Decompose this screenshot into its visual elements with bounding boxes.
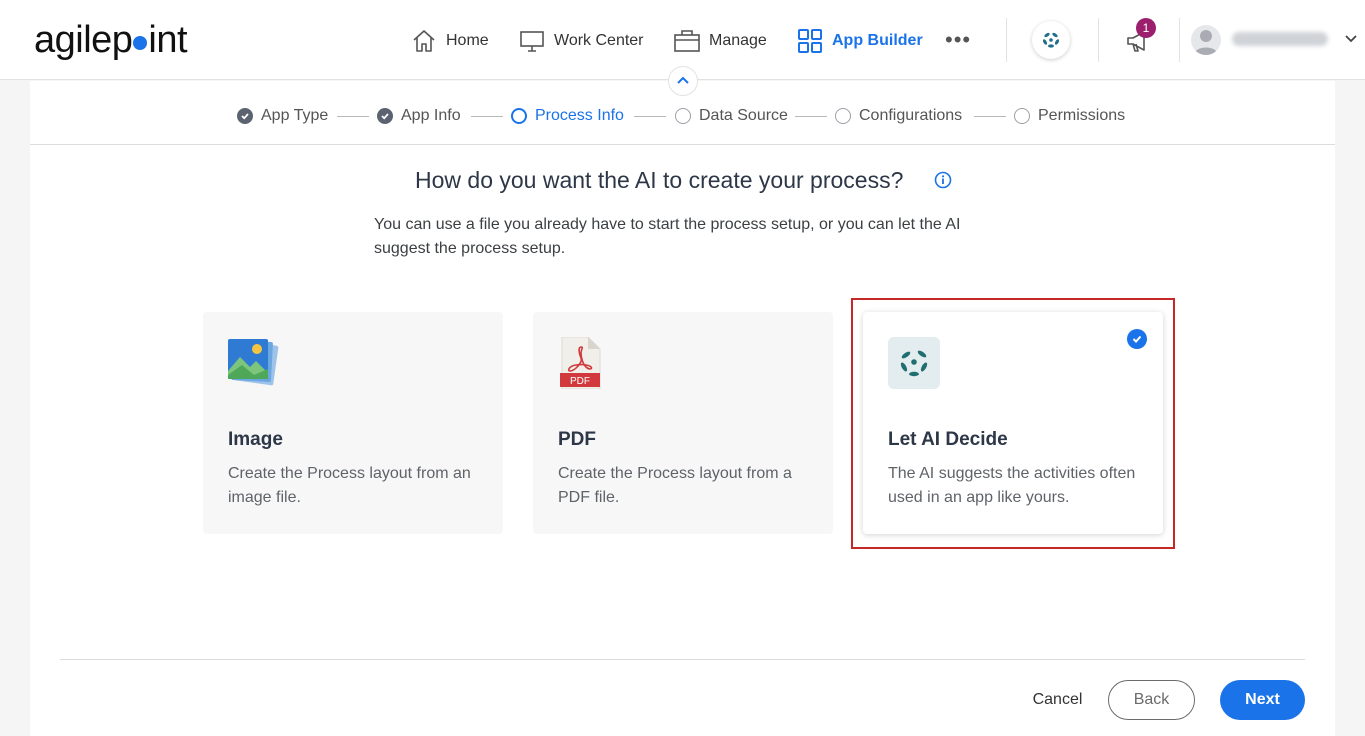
grid-icon xyxy=(796,27,824,55)
nav-work-center[interactable]: Work Center xyxy=(518,24,644,58)
step-process-info[interactable]: Process Info xyxy=(511,105,624,127)
ai-icon xyxy=(888,337,940,389)
step-configurations[interactable]: Configurations xyxy=(835,105,962,127)
option-description: Create the Process layout from an image … xyxy=(228,465,471,506)
check-circle-icon xyxy=(377,108,393,124)
step-permissions[interactable]: Permissions xyxy=(1014,105,1125,127)
briefcase-icon xyxy=(673,27,701,55)
user-icon xyxy=(1194,30,1218,55)
notification-badge: 1 xyxy=(1136,18,1156,38)
chevron-down-icon[interactable] xyxy=(1344,32,1358,51)
step-connector xyxy=(974,116,1006,117)
step-app-info[interactable]: App Info xyxy=(377,105,461,127)
cancel-button[interactable]: Cancel xyxy=(1020,680,1095,720)
option-card-pdf[interactable]: PDF PDF Create the Process layout from a… xyxy=(533,312,833,534)
empty-circle-icon xyxy=(835,108,851,124)
ai-spark-icon xyxy=(1042,32,1060,48)
logo-text-end: int xyxy=(148,19,188,61)
step-label: Permissions xyxy=(1038,107,1126,124)
avatar[interactable] xyxy=(1191,25,1221,55)
page-description: You can use a file you already have to s… xyxy=(374,216,961,257)
empty-circle-icon xyxy=(675,108,691,124)
agilepoint-logo[interactable]: agilep int xyxy=(34,18,188,62)
step-label: Data Source xyxy=(699,107,788,124)
step-label: Process Info xyxy=(535,107,624,124)
check-circle-icon xyxy=(237,108,253,124)
next-button[interactable]: Next xyxy=(1220,680,1305,720)
nav-home-label: Home xyxy=(446,32,489,49)
page-title: How do you want the AI to create your pr… xyxy=(415,167,904,193)
option-title: PDF xyxy=(558,429,596,450)
nav-app-builder-label: App Builder xyxy=(832,32,923,49)
step-label: Configurations xyxy=(859,107,963,124)
nav-home[interactable]: Home xyxy=(410,24,489,58)
user-name[interactable] xyxy=(1232,32,1328,46)
chevron-up-icon xyxy=(677,76,689,84)
option-card-image[interactable]: Image Create the Process layout from an … xyxy=(203,312,503,534)
step-connector xyxy=(795,116,827,117)
nav-app-builder[interactable]: App Builder xyxy=(796,24,923,58)
pdf-badge-text: PDF xyxy=(570,376,590,387)
step-label: App Type xyxy=(261,107,329,124)
step-label: App Info xyxy=(401,107,461,124)
more-menu-button[interactable]: ••• xyxy=(945,28,971,52)
divider xyxy=(1006,18,1007,62)
option-title: Let AI Decide xyxy=(888,429,1008,450)
step-data-source[interactable]: Data Source xyxy=(675,105,788,127)
footer-divider xyxy=(60,659,1305,660)
current-step-circle-icon xyxy=(511,108,527,124)
nav-manage[interactable]: Manage xyxy=(673,24,767,58)
empty-circle-icon xyxy=(1014,108,1030,124)
option-description: Create the Process layout from a PDF fil… xyxy=(558,465,792,506)
step-app-type[interactable]: App Type xyxy=(237,105,328,127)
step-connector xyxy=(337,116,369,117)
image-icon xyxy=(228,337,280,389)
wizard-panel: App Type App Info Process Info Data Sour… xyxy=(30,81,1335,736)
option-title: Image xyxy=(228,429,283,450)
logo-dot xyxy=(133,36,148,50)
option-card-let-ai-decide[interactable]: Let AI Decide The AI suggests the activi… xyxy=(863,312,1163,534)
pdf-icon: PDF xyxy=(558,336,610,390)
logo-text-start: agilep xyxy=(34,19,133,61)
divider xyxy=(1179,18,1180,62)
divider xyxy=(1098,18,1099,62)
nav-manage-label: Manage xyxy=(709,32,767,49)
ai-assistant-button[interactable] xyxy=(1032,21,1070,59)
home-icon xyxy=(410,27,438,55)
option-description: The AI suggests the activities often use… xyxy=(888,465,1136,506)
info-icon[interactable] xyxy=(934,171,952,194)
step-connector xyxy=(471,116,503,117)
monitor-icon xyxy=(518,27,546,55)
back-button[interactable]: Back xyxy=(1108,680,1195,720)
selected-check-icon xyxy=(1127,329,1147,349)
collapse-header-button[interactable] xyxy=(668,66,698,96)
step-connector xyxy=(634,116,666,117)
nav-work-center-label: Work Center xyxy=(554,32,644,49)
